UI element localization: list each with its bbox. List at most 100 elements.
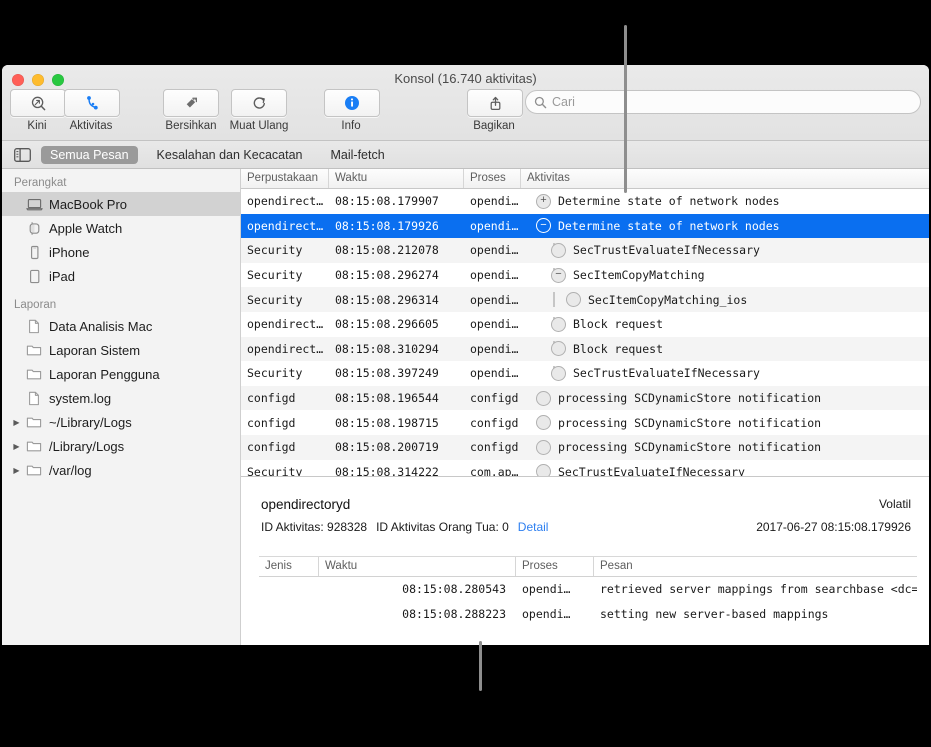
leaf-bullet-icon[interactable] — [566, 292, 581, 308]
sidebar-item-apple-watch[interactable]: Apple Watch — [2, 216, 240, 240]
table-row[interactable]: opendirect… 08:15:08.296605 opendi… Bloc… — [241, 312, 929, 337]
detail-column-header-waktu[interactable]: Waktu — [319, 557, 516, 576]
console-window: Konsol (16.740 aktivitas) Kini Aktivitas… — [2, 65, 929, 645]
detail-timestamp: 2017-06-27 08:15:08.179926 — [756, 520, 911, 534]
cell-activity: SecTrustEvaluateIfNecessary — [521, 365, 929, 381]
cell-library: Security — [247, 243, 303, 258]
sidebar-item-ipad[interactable]: iPad — [2, 264, 240, 288]
sidebar-item-data-analisis-mac[interactable]: Data Analisis Mac — [2, 314, 240, 338]
magnifier-arrow-icon — [30, 95, 47, 112]
column-header-perpustakaan[interactable]: Perpustakaan — [241, 169, 329, 188]
sidebar-item-macbook-pro[interactable]: MacBook Pro — [2, 192, 240, 216]
log-table-body[interactable]: opendirect… 08:15:08.179907 opendi… + De… — [241, 189, 929, 476]
cell-library: configd — [247, 440, 296, 455]
search-field[interactable]: Cari — [525, 90, 921, 114]
leaf-bullet-icon[interactable] — [551, 242, 566, 258]
detail-column-header-proses[interactable]: Proses — [516, 557, 594, 576]
detail-cell-pesan: setting new server-based mappings — [600, 606, 829, 621]
leaf-bullet-icon[interactable] — [536, 390, 551, 406]
leaf-bullet-icon[interactable] — [551, 341, 566, 357]
cell-process: opendi… — [470, 268, 519, 283]
column-header-waktu[interactable]: Waktu — [329, 169, 464, 188]
detail-parent-activity-id: ID Aktivitas Orang Tua: 0 — [376, 520, 509, 534]
table-row[interactable]: configd 08:15:08.198715 configd processi… — [241, 410, 929, 435]
scope-bar: Semua Pesan Kesalahan dan Kecacatan Mail… — [2, 141, 929, 169]
scope-tab-kesalahan-dan-kecacatan[interactable]: Kesalahan dan Kecacatan — [148, 146, 312, 164]
table-row[interactable]: opendirect… 08:15:08.179907 opendi… + De… — [241, 189, 929, 214]
detail-table: Jenis Waktu Proses Pesan 08:15:08.280543… — [259, 556, 917, 645]
table-row[interactable]: Security 08:15:08.314222 com.ap… SecTrus… — [241, 460, 929, 476]
sidebar-label-library-logs: /Library/Logs — [49, 438, 125, 454]
cell-activity: − Determine state of network nodes — [521, 218, 929, 234]
detail-pane: opendirectoryd Volatil ID Aktivitas: 928… — [241, 476, 929, 645]
activity-text: processing SCDynamicStore notification — [558, 440, 822, 455]
detail-column-header-pesan[interactable]: Pesan — [594, 557, 917, 576]
table-row[interactable]: configd 08:15:08.200719 configd processi… — [241, 434, 929, 460]
toolbar-button-bersihkan[interactable]: Bersihkan — [161, 89, 221, 132]
activity-text: SecTrustEvaluateIfNecessary — [573, 243, 760, 258]
detail-table-row[interactable]: 08:15:08.280543 opendi… retrieved server… — [259, 577, 917, 602]
cell-activity: SecItemCopyMatching_ios — [521, 292, 929, 308]
cell-library: opendirect… — [247, 317, 324, 332]
toolbar-label-kini: Kini — [27, 120, 47, 132]
collapse-bullet-icon[interactable]: − — [551, 267, 566, 283]
cell-process: com.ap… — [470, 464, 519, 476]
cell-activity: SecTrustEvaluateIfNecessary — [521, 242, 929, 258]
table-row[interactable]: Security 08:15:08.212078 opendi… SecTrus… — [241, 238, 929, 263]
cell-library: opendirect… — [247, 341, 324, 356]
column-header-aktivitas[interactable]: Aktivitas — [521, 169, 929, 188]
cell-activity: processing SCDynamicStore notification — [521, 439, 929, 455]
detail-table-row[interactable]: 08:15:08.288223 opendi… setting new serv… — [259, 602, 917, 627]
activity-text: SecItemCopyMatching_ios — [588, 292, 748, 307]
detail-activity-id: ID Aktivitas: 928328 — [261, 520, 368, 534]
sidebar-item-system-log[interactable]: system.log — [2, 386, 240, 410]
toolbar-button-muat-ulang[interactable]: Muat Ulang — [229, 89, 289, 132]
table-row[interactable]: configd 08:15:08.196544 configd processi… — [241, 385, 929, 411]
collapse-bullet-icon[interactable]: − — [536, 218, 551, 234]
toolbar-label-bagikan: Bagikan — [473, 120, 515, 132]
table-row[interactable]: opendirect… 08:15:08.179926 opendi… − De… — [241, 213, 929, 239]
detail-column-header-jenis[interactable]: Jenis — [259, 557, 319, 576]
chevron-right-icon[interactable]: ▶ — [10, 466, 23, 475]
sidebar-item-laporan-pengguna[interactable]: Laporan Pengguna — [2, 362, 240, 386]
table-row[interactable]: opendirect… 08:15:08.310294 opendi… Bloc… — [241, 336, 929, 362]
toolbar-button-bagikan[interactable]: Bagikan — [467, 89, 523, 132]
sidebar-label-system-log: system.log — [49, 390, 112, 406]
sidebar-item-iphone[interactable]: iPhone — [2, 240, 240, 264]
sidebar-item-var-log[interactable]: ▶ /var/log — [2, 458, 240, 482]
table-row[interactable]: Security 08:15:08.296314 opendi… SecItem… — [241, 287, 929, 312]
column-header-proses[interactable]: Proses — [464, 169, 521, 188]
detail-cell-proses: opendi… — [522, 606, 571, 621]
toolbar-button-info[interactable]: Info — [324, 89, 380, 132]
leaf-bullet-icon[interactable] — [536, 415, 551, 431]
sidebar-toggle-icon[interactable] — [14, 147, 31, 162]
table-row[interactable]: Security 08:15:08.397249 opendi… SecTrus… — [241, 361, 929, 386]
toolbar-button-kini[interactable]: Kini — [10, 89, 66, 132]
toolbar-button-aktivitas[interactable]: Aktivitas — [64, 89, 120, 132]
window-titlebar: Konsol (16.740 aktivitas) Kini Aktivitas… — [2, 65, 929, 141]
chevron-right-icon[interactable]: ▶ — [10, 418, 23, 427]
cell-time: 08:15:08.296605 — [335, 317, 439, 332]
sidebar-item-laporan-sistem[interactable]: Laporan Sistem — [2, 338, 240, 362]
chevron-right-icon[interactable]: ▶ — [10, 442, 23, 451]
toolbar: Kini Aktivitas Bersihkan Muat Ulang Info… — [2, 89, 929, 139]
folder-icon — [23, 415, 45, 429]
sidebar-label-ipad: iPad — [49, 268, 76, 284]
sidebar-item-library-logs[interactable]: ▶ /Library/Logs — [2, 434, 240, 458]
activity-text: Determine state of network nodes — [558, 194, 780, 209]
cell-process: opendi… — [470, 243, 519, 258]
leaf-bullet-icon[interactable] — [536, 439, 551, 455]
table-row[interactable]: Security 08:15:08.296274 opendi… − SecIt… — [241, 263, 929, 288]
leaf-bullet-icon[interactable] — [551, 316, 566, 332]
scope-tab-semua-pesan[interactable]: Semua Pesan — [41, 145, 138, 164]
scope-tab-mail-fetch[interactable]: Mail-fetch — [321, 146, 393, 164]
detail-link[interactable]: Detail — [518, 520, 549, 534]
cell-process: opendi… — [470, 366, 519, 381]
sidebar-item-user-library-logs[interactable]: ▶ ~/Library/Logs — [2, 410, 240, 434]
leaf-bullet-icon[interactable] — [551, 365, 566, 381]
cell-library: Security — [247, 268, 303, 283]
iphone-icon — [23, 245, 45, 260]
expand-bullet-icon[interactable]: + — [536, 193, 551, 209]
leaf-bullet-icon[interactable] — [536, 464, 551, 476]
cell-activity: SecTrustEvaluateIfNecessary — [521, 464, 929, 476]
